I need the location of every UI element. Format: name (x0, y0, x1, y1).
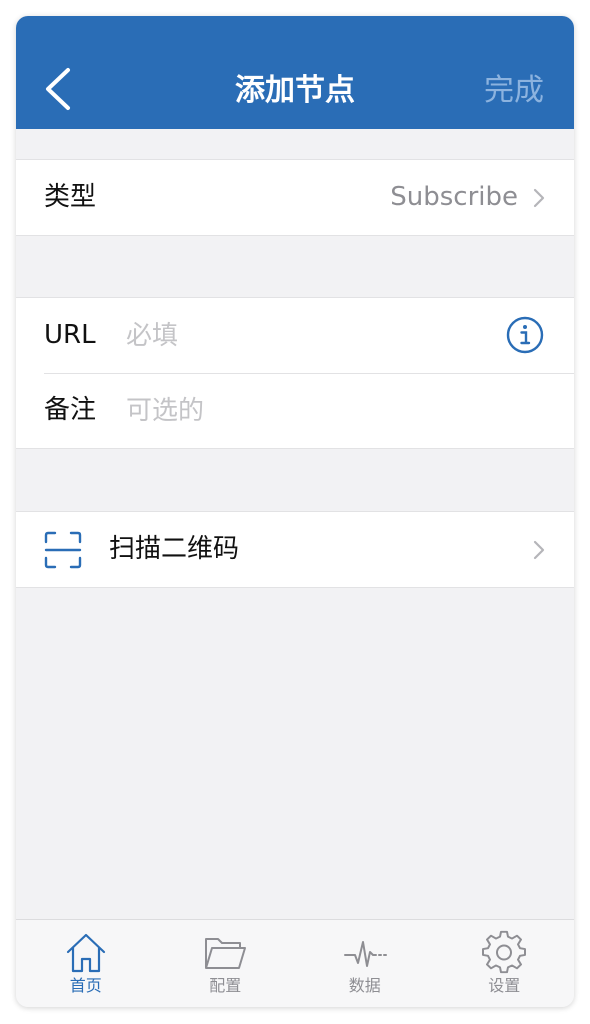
folder-icon (205, 938, 247, 969)
tab-data-label: 数据 (348, 976, 381, 995)
type-group: 类型 Subscribe (16, 159, 574, 236)
remark-row: 备注 (16, 373, 574, 448)
node-info-group: URL 备注 (16, 297, 574, 449)
tab-home[interactable]: 首页 (16, 920, 156, 1007)
info-icon[interactable] (506, 316, 544, 354)
type-row[interactable]: 类型 Subscribe (16, 160, 574, 235)
tab-bar: 首页 配置 数据 设置 (16, 919, 574, 1007)
home-icon (66, 933, 105, 973)
done-button[interactable]: 完成 (484, 71, 544, 111)
chevron-right-icon (533, 540, 545, 560)
gear-icon (482, 930, 527, 974)
remark-input[interactable] (126, 373, 496, 448)
type-value: Subscribe (390, 182, 518, 212)
app-window: 添加节点 完成 类型 Subscribe URL 备注 (16, 16, 574, 1007)
scan-group: 扫描二维码 (16, 511, 574, 588)
tab-settings-label: 设置 (488, 976, 521, 995)
type-label: 类型 (44, 182, 97, 212)
url-label: URL (44, 320, 96, 350)
tab-config[interactable]: 配置 (156, 920, 296, 1007)
tab-config-label: 配置 (209, 976, 242, 995)
remark-label: 备注 (44, 395, 97, 425)
url-input[interactable] (126, 298, 496, 373)
chevron-right-icon (533, 188, 545, 208)
url-row: URL (16, 298, 574, 373)
scan-qr-label: 扫描二维码 (109, 534, 240, 564)
activity-icon (343, 941, 387, 967)
tab-data[interactable]: 数据 (295, 920, 435, 1007)
tab-settings[interactable]: 设置 (435, 920, 575, 1007)
scan-qr-row[interactable]: 扫描二维码 (16, 512, 574, 587)
qr-scan-icon (44, 531, 82, 569)
tab-home-label: 首页 (69, 976, 102, 995)
navigation-bar: 添加节点 完成 (16, 16, 574, 129)
